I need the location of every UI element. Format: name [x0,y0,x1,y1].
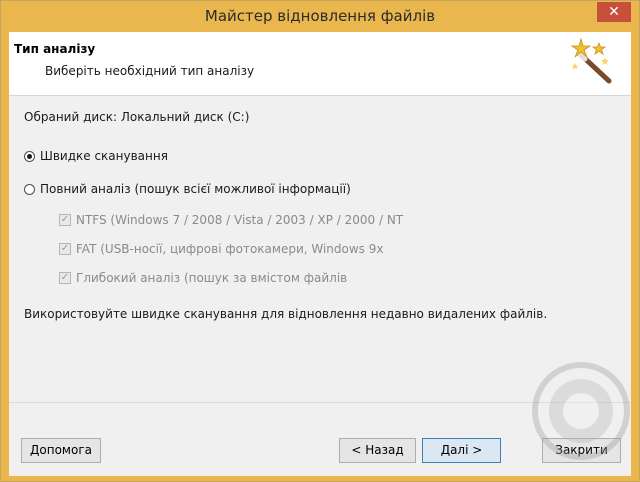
ntfs-option[interactable]: ✓ NTFS (Windows 7 / 2008 / Vista / 2003 … [59,213,403,227]
quick-scan-label: Швидке сканування [40,149,168,163]
close-window-button[interactable]: ✕ [597,2,631,22]
fat-label: FAT (USB-носії, цифрові фотокамери, Wind… [76,242,384,256]
next-button[interactable]: Далі > [422,438,501,463]
ntfs-checkbox[interactable]: ✓ [59,214,71,226]
full-analysis-label: Повний аналіз (пошук всієї можливої інфо… [40,182,351,196]
deep-analysis-option[interactable]: ✓ Глибокий аналіз (пошук за вмістом файл… [59,271,347,285]
page-title: Тип аналізу [14,42,96,56]
fat-option[interactable]: ✓ FAT (USB-носії, цифрові фотокамери, Wi… [59,242,384,256]
page-subtitle: Виберіть необхідний тип аналізу [45,64,255,78]
quick-scan-radio[interactable] [24,150,35,162]
wizard-header: Тип аналізу Виберіть необхідний тип анал… [9,32,631,96]
help-button[interactable]: Допомога [21,438,101,463]
quick-scan-option[interactable]: Швидке сканування [24,149,168,163]
full-analysis-radio[interactable] [24,183,35,195]
quick-scan-hint: Використовуйте швидке сканування для від… [24,307,548,321]
selected-disk-label: Обраний диск: Локальний диск (C:) [24,110,250,124]
fat-checkbox[interactable]: ✓ [59,243,71,255]
back-button[interactable]: < Назад [339,438,416,463]
ntfs-label: NTFS (Windows 7 / 2008 / Vista / 2003 / … [76,213,404,227]
watermark-logo [532,362,630,460]
full-analysis-option[interactable]: Повний аналіз (пошук всієї можливої інфо… [24,182,351,196]
deep-analysis-checkbox[interactable]: ✓ [59,272,71,284]
title-bar[interactable]: Майстер відновлення файлів ✕ [1,1,639,31]
window-title: Майстер відновлення файлів [204,7,436,25]
wizard-window: Майстер відновлення файлів ✕ Тип аналізу… [0,0,640,482]
deep-analysis-label: Глибокий аналіз (пошук за вмістом файлів [76,271,348,285]
magic-wand-icon [570,37,612,84]
